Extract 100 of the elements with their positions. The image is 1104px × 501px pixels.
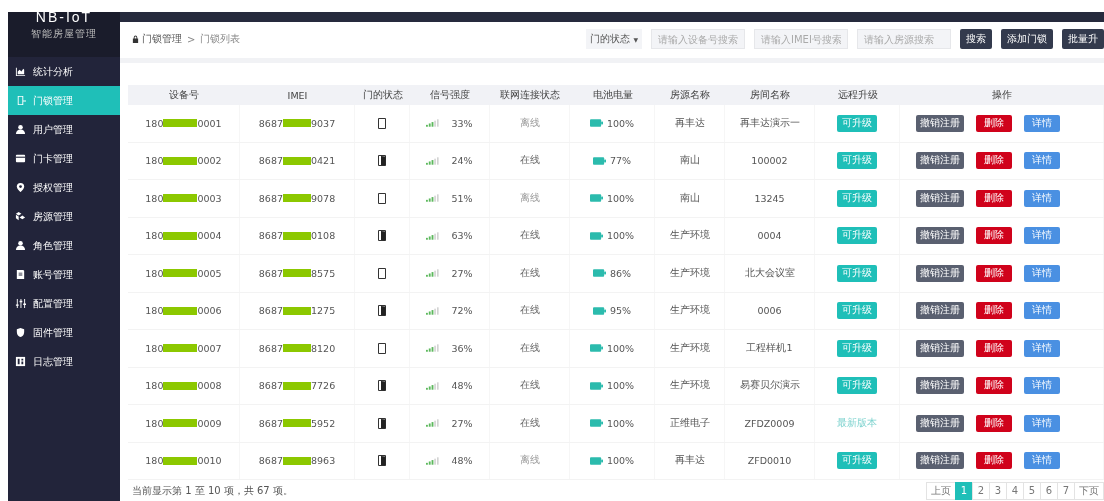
- action-button[interactable]: 撤销注册: [916, 189, 964, 207]
- sidebar-item[interactable]: 固件管理: [8, 318, 120, 347]
- table-cell: 7726: [311, 380, 336, 392]
- table-cell: 95%: [609, 305, 632, 317]
- redaction-bar: [163, 119, 198, 128]
- action-button[interactable]: 删除: [976, 227, 1012, 245]
- toolbar-button[interactable]: 批量升: [1062, 29, 1104, 49]
- table-cell: 8687: [258, 230, 283, 242]
- action-button[interactable]: 详情: [1024, 264, 1060, 282]
- action-button[interactable]: 删除: [976, 264, 1012, 282]
- action-button[interactable]: 详情: [1024, 377, 1060, 395]
- table-cell: 再丰达: [674, 116, 705, 130]
- table-cell: 48%: [451, 455, 473, 467]
- breadcrumb-item: 门锁列表: [200, 32, 241, 46]
- battery-icon: [589, 381, 603, 390]
- table-cell: 100%: [606, 192, 635, 204]
- battery-icon: [589, 344, 603, 353]
- action-button[interactable]: 删除: [976, 377, 1012, 395]
- table-cell: 8687: [258, 117, 283, 129]
- sidebar-item[interactable]: 用户管理: [8, 115, 120, 144]
- action-button[interactable]: 撤销注册: [916, 452, 964, 470]
- action-button[interactable]: 详情: [1024, 452, 1060, 470]
- table-cell: 180: [145, 267, 164, 279]
- toolbar-button[interactable]: 添加门锁: [1001, 29, 1053, 49]
- breadcrumb-item[interactable]: 门锁管理: [142, 32, 182, 46]
- table-cell: 100%: [606, 342, 635, 354]
- redaction-bar: [283, 156, 311, 165]
- action-button[interactable]: 详情: [1024, 414, 1060, 432]
- sidebar-item[interactable]: 角色管理: [8, 231, 120, 260]
- action-button[interactable]: 撤销注册: [916, 302, 964, 320]
- column-header: 电池电量: [591, 88, 634, 102]
- toolbar-button[interactable]: 搜索: [960, 29, 992, 49]
- logo-subtitle: 智能房屋管理: [31, 27, 97, 41]
- action-button[interactable]: 删除: [976, 152, 1012, 170]
- action-button[interactable]: 撤销注册: [916, 414, 964, 432]
- column-header: 联网连接状态: [499, 88, 561, 102]
- action-button[interactable]: 详情: [1024, 114, 1060, 132]
- table-cell: 180: [145, 117, 164, 129]
- sidebar-item[interactable]: 门卡管理: [8, 144, 120, 173]
- page-button[interactable]: 下页: [1074, 481, 1104, 500]
- action-button[interactable]: 撤销注册: [916, 377, 964, 395]
- table-cell: 33%: [451, 117, 473, 129]
- sidebar-item[interactable]: 统计分析: [8, 57, 120, 86]
- table-cell: 9037: [311, 117, 336, 129]
- search-field[interactable]: 请输入房源搜索: [857, 29, 951, 49]
- table-cell: 再丰达演示一: [739, 116, 800, 130]
- action-button[interactable]: 撤销注册: [916, 227, 964, 245]
- sidebar-item[interactable]: 日志管理: [8, 347, 120, 376]
- column-header: 房间名称: [749, 88, 791, 102]
- table-cell: 8687: [258, 342, 283, 354]
- column-header: 门的状态: [361, 88, 404, 102]
- page-button[interactable]: 7: [1057, 481, 1075, 500]
- sidebar-item[interactable]: 配置管理: [8, 289, 120, 318]
- action-button[interactable]: 详情: [1024, 189, 1060, 207]
- page-button[interactable]: 2: [972, 481, 990, 500]
- signal-icon: [426, 156, 440, 165]
- action-button[interactable]: 详情: [1024, 152, 1060, 170]
- search-field[interactable]: 请输入设备号搜索: [651, 29, 745, 49]
- action-button[interactable]: 撤销注册: [916, 114, 964, 132]
- card-icon: [15, 153, 26, 164]
- logo-title: NB-IoT: [35, 10, 93, 24]
- redaction-bar: [283, 306, 311, 315]
- table-cell: 24%: [451, 155, 473, 167]
- table-cell: 8687: [258, 380, 283, 392]
- page-button[interactable]: 6: [1040, 481, 1058, 500]
- action-button[interactable]: 删除: [976, 302, 1012, 320]
- table-cell: 8687: [258, 305, 283, 317]
- action-button[interactable]: 删除: [976, 114, 1012, 132]
- table-cell: 180: [145, 230, 164, 242]
- page-button[interactable]: 3: [989, 481, 1007, 500]
- table-cell: 易赛贝尔演示: [739, 379, 800, 393]
- lock-icon: [132, 35, 139, 43]
- table-cell: 180: [145, 305, 164, 317]
- action-button[interactable]: 详情: [1024, 227, 1060, 245]
- table-cell: 8687: [258, 267, 283, 279]
- signal-icon: [426, 456, 440, 465]
- table-cell: 8575: [311, 267, 336, 279]
- battery-icon: [589, 194, 603, 203]
- sidebar-item[interactable]: 房源管理: [8, 202, 120, 231]
- page-button[interactable]: 4: [1006, 481, 1024, 500]
- action-button[interactable]: 撤销注册: [916, 339, 964, 357]
- action-button[interactable]: 撤销注册: [916, 264, 964, 282]
- page-button[interactable]: 上页: [926, 481, 956, 500]
- action-button[interactable]: 撤销注册: [916, 152, 964, 170]
- table-cell: 180: [145, 417, 164, 429]
- table-cell: 工程样机1: [746, 341, 793, 355]
- search-field[interactable]: 请输入IMEI号搜索: [754, 29, 848, 49]
- sidebar-item[interactable]: 授权管理: [8, 173, 120, 202]
- action-button[interactable]: 删除: [976, 414, 1012, 432]
- action-button[interactable]: 详情: [1024, 302, 1060, 320]
- breadcrumb-item: >: [187, 33, 196, 45]
- column-header: 设备号: [168, 88, 200, 102]
- action-button[interactable]: 删除: [976, 339, 1012, 357]
- table-cell: 0004: [757, 230, 782, 242]
- action-button[interactable]: 详情: [1024, 339, 1060, 357]
- redaction-bar: [163, 344, 198, 353]
- action-button[interactable]: 删除: [976, 189, 1012, 207]
- action-button[interactable]: 删除: [976, 452, 1012, 470]
- page-button[interactable]: 5: [1023, 481, 1041, 500]
- sidebar-item[interactable]: 账号管理: [8, 260, 120, 289]
